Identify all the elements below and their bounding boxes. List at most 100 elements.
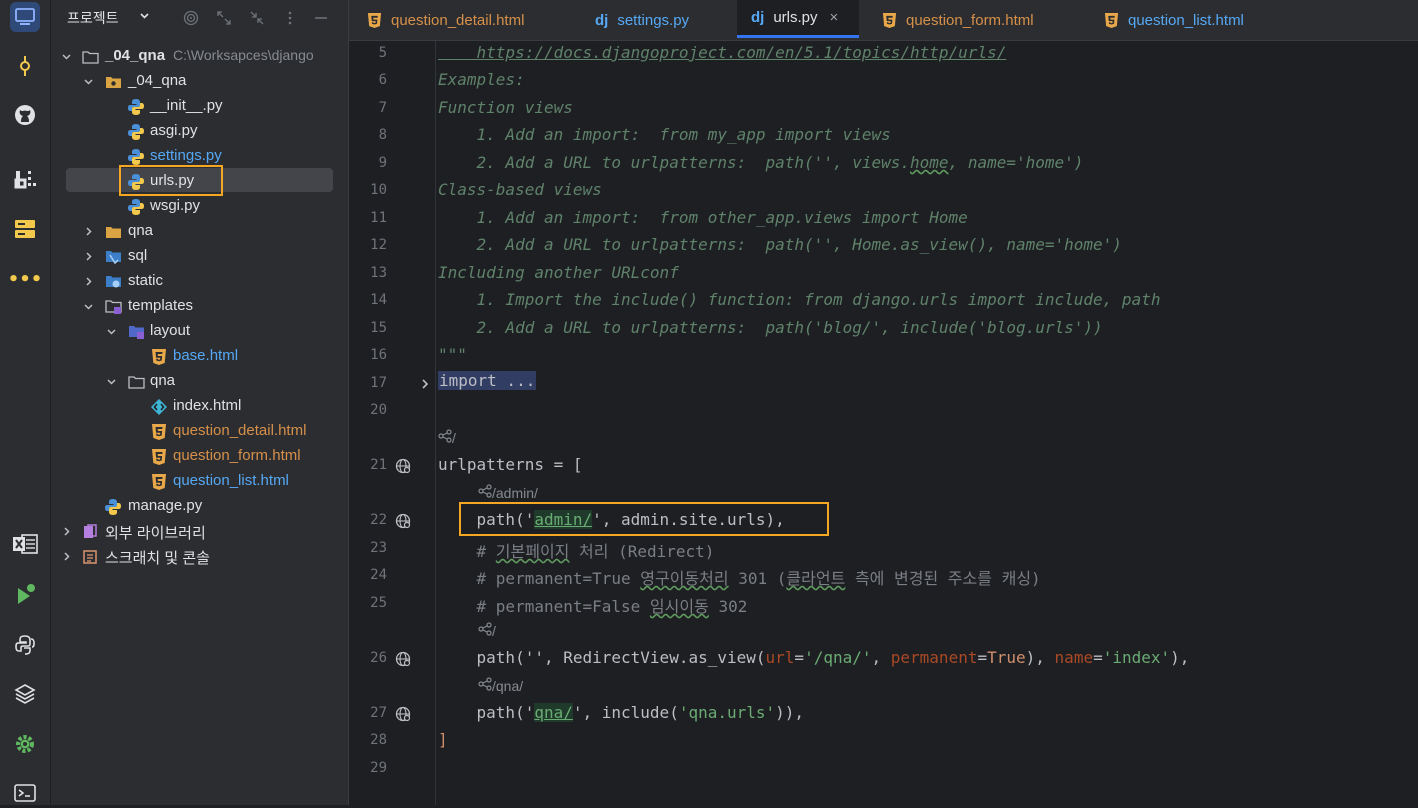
fold-chevron-icon[interactable] [419, 375, 431, 394]
code-line: https://docs.djangoproject.com/en/5.1/to… [438, 43, 1007, 62]
chevron-right-icon[interactable] [81, 272, 95, 290]
github-icon[interactable] [10, 100, 40, 130]
python-console-icon[interactable] [10, 630, 40, 660]
folder-icon [127, 373, 145, 391]
django-icon: dj [751, 9, 765, 26]
line-number: 29 [370, 760, 387, 776]
terminal-icon[interactable] [10, 778, 40, 808]
chevron-right-icon[interactable] [81, 247, 95, 265]
code-line: 2. Add a URL to urlpatterns: path('blog/… [438, 318, 1103, 337]
chevron-down-icon[interactable] [104, 322, 118, 340]
code-segment: = [1093, 648, 1103, 667]
tree-item-file[interactable]: wsgi.py [51, 195, 348, 219]
line-number: 24 [370, 567, 387, 583]
url-globe-icon[interactable] [395, 458, 411, 474]
code-line: 1. Add an import: from other_app.views i… [438, 208, 968, 227]
code-line: path('qna/', include('qna.urls')), [438, 703, 804, 722]
settings-gear-icon[interactable] [10, 729, 40, 759]
tree-item-package[interactable]: _04_qna [51, 70, 348, 94]
line-number: 11 [370, 210, 387, 226]
tab-question-detail[interactable]: question_detail.html [367, 0, 524, 40]
excel-icon[interactable] [10, 529, 40, 559]
sql-folder-icon [104, 248, 122, 266]
url-globe-icon[interactable] [395, 651, 411, 667]
tree-item-file[interactable]: asgi.py [51, 120, 348, 144]
tree-item-file[interactable]: manage.py [51, 495, 348, 519]
html-file-icon [882, 12, 897, 29]
tree-item-file[interactable]: base.html [51, 345, 348, 369]
tree-item-project-root[interactable]: _04_qna C:\Worksapces\django [51, 45, 348, 69]
tree-item-file[interactable]: question_list.html [51, 470, 348, 494]
code-editor[interactable]: 5 6 7 8 9 10 11 12 13 14 15 16 17 20 21 … [349, 41, 1418, 805]
run-icon[interactable] [10, 580, 40, 610]
code-segment: qna/ [534, 703, 573, 722]
code-segment: ), [1170, 648, 1190, 667]
endpoint-hint[interactable]: / [438, 429, 456, 446]
chevron-right-icon[interactable] [59, 547, 73, 565]
tree-item-folder[interactable]: qna [51, 220, 348, 244]
code-segment: 'index' [1102, 648, 1171, 667]
tab-close-icon[interactable]: × [830, 9, 839, 26]
chevron-right-icon[interactable] [81, 222, 95, 240]
database-icon[interactable] [10, 214, 40, 244]
code-segment: 기본페이지 [495, 542, 570, 561]
import-fold-region[interactable]: import ... [438, 371, 537, 390]
collapse-all-icon[interactable] [248, 9, 266, 27]
tree-item-file[interactable]: __init__.py [51, 95, 348, 119]
chevron-down-icon[interactable] [81, 297, 95, 315]
code-segment: = [794, 648, 805, 667]
expand-all-icon[interactable] [215, 9, 233, 27]
template-file-icon [150, 398, 168, 416]
more-icon[interactable]: ••• [8, 264, 43, 294]
code-line: 1. Import the include() function: from d… [438, 290, 1161, 309]
tree-item-file[interactable]: question_form.html [51, 445, 348, 469]
options-icon[interactable] [281, 9, 299, 27]
tree-item-file[interactable]: question_detail.html [51, 420, 348, 444]
django-structure-icon[interactable] [10, 164, 40, 194]
html-file-icon [150, 448, 168, 466]
minimize-icon[interactable] [312, 9, 330, 27]
chevron-down-icon[interactable] [59, 47, 73, 65]
chevron-down-icon[interactable] [104, 372, 118, 390]
target-icon[interactable] [182, 9, 200, 27]
line-number: 21 [370, 457, 387, 473]
highlight-box-urls [119, 165, 223, 196]
tab-question-form[interactable]: question_form.html [882, 0, 1034, 40]
tree-item-folder[interactable]: static [51, 270, 348, 294]
tree-item-file[interactable]: index.html [51, 395, 348, 419]
tab-urls-active[interactable]: dj urls.py × [737, 0, 859, 38]
code-line: Class-based views [438, 180, 602, 199]
endpoint-hint[interactable]: /admin/ [478, 484, 538, 501]
code-segment: 임시이동 [649, 597, 709, 616]
share-endpoint-icon [438, 429, 452, 443]
chevron-right-icon[interactable] [59, 522, 73, 540]
tab-settings[interactable]: dj settings.py [595, 0, 689, 40]
tree-item-label: index.html [173, 397, 242, 414]
chevron-down-icon[interactable] [81, 72, 95, 90]
project-tool-icon[interactable] [10, 2, 40, 32]
tree-item-folder[interactable]: templates [51, 295, 348, 319]
layers-icon[interactable] [10, 679, 40, 709]
tree-item-folder[interactable]: layout [51, 320, 348, 344]
tree-item-scratches[interactable]: 스크래치 및 콘솔 [51, 545, 348, 569]
tab-label: urls.py [773, 9, 818, 26]
tree-item-label: templates [128, 297, 194, 314]
url-globe-icon[interactable] [395, 513, 411, 529]
tree-item-label: question_form.html [173, 447, 301, 464]
endpoint-hint[interactable]: / [478, 622, 496, 639]
tab-question-list[interactable]: question_list.html [1104, 0, 1244, 40]
chevron-down-icon[interactable] [139, 10, 150, 24]
line-number: 12 [370, 237, 387, 253]
commit-icon[interactable] [10, 51, 40, 81]
hint-text: /qna/ [492, 678, 524, 694]
url-globe-icon[interactable] [395, 706, 411, 722]
folder-icon [104, 223, 122, 241]
tree-item-folder[interactable]: qna [51, 370, 348, 394]
html-file-icon [367, 12, 382, 29]
project-panel-header: 프로젝트 [51, 0, 348, 36]
endpoint-hint[interactable]: /qna/ [478, 677, 523, 694]
tree-item-external-libraries[interactable]: 외부 라이브러리 [51, 520, 348, 544]
tree-item-folder[interactable]: sql [51, 245, 348, 269]
project-panel-title[interactable]: 프로젝트 [67, 8, 119, 28]
line-number: 5 [378, 45, 387, 61]
